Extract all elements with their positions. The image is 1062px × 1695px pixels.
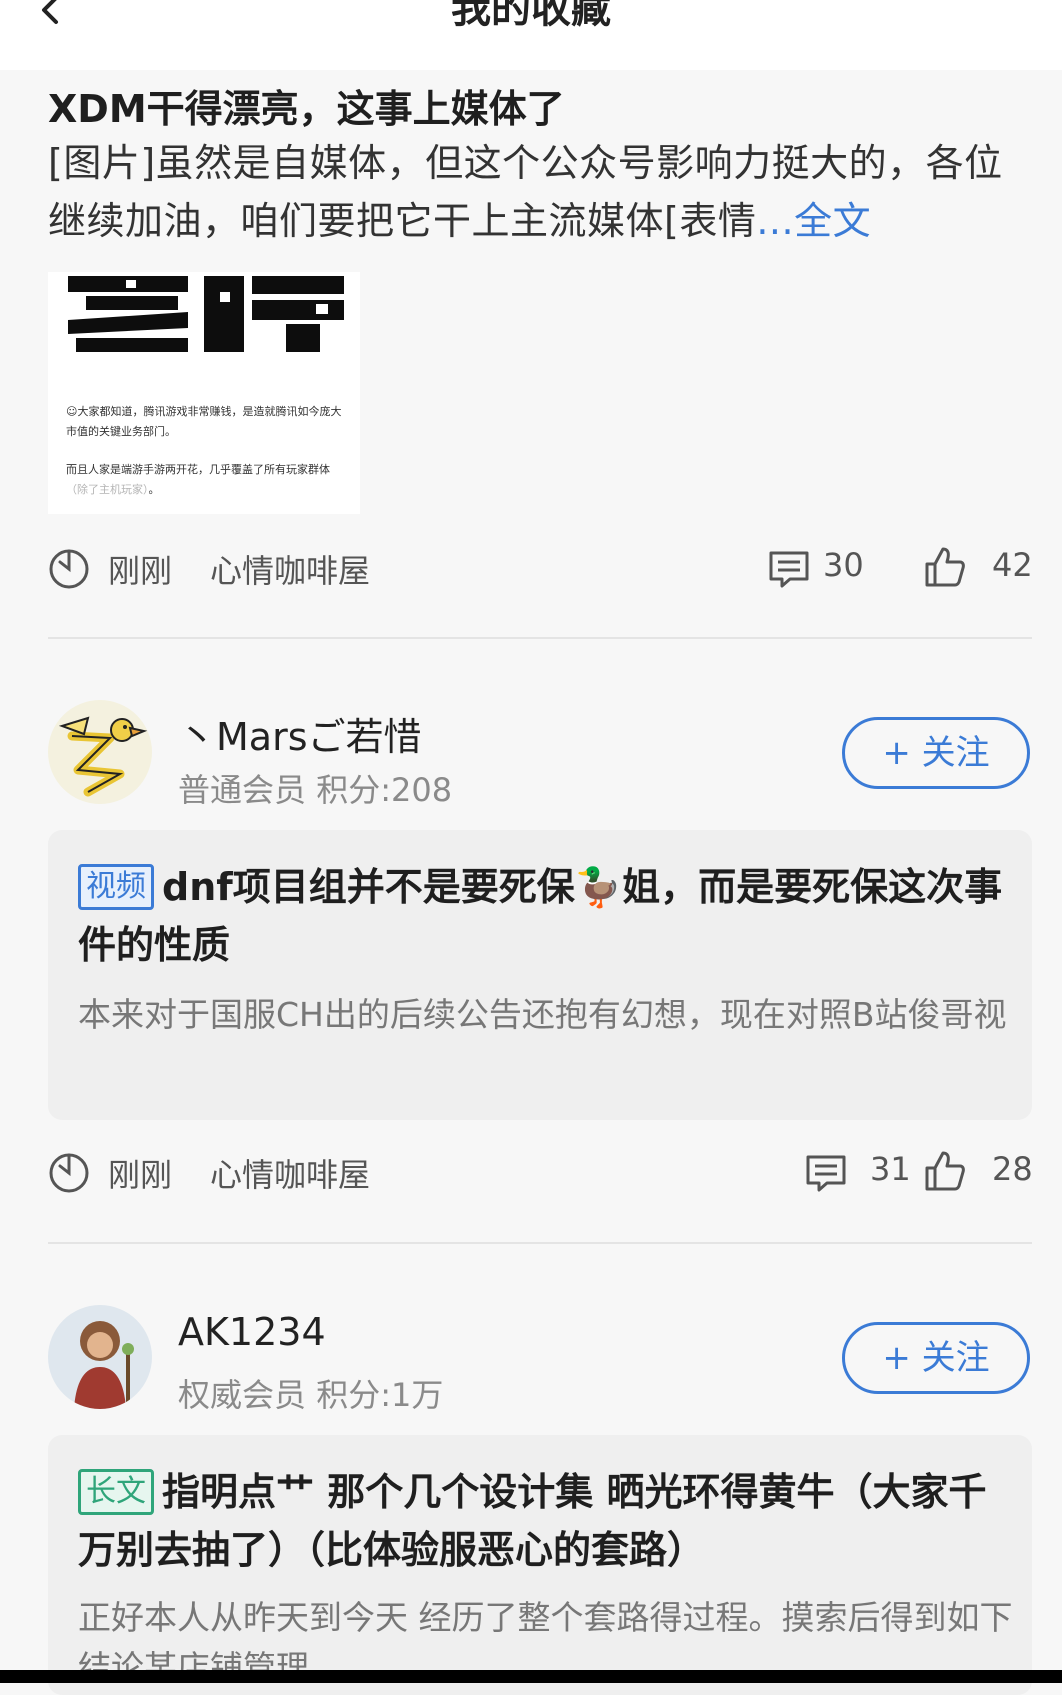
comment-icon[interactable] (768, 548, 810, 590)
comment-count: 30 (823, 546, 864, 584)
image-caption-line2: 而且人家是端游手游两开花，几乎覆盖了所有玩家群体 (66, 463, 330, 476)
member-level: 权威会员 (178, 1376, 307, 1414)
chaping-logo-image (66, 272, 346, 356)
ellipsis: ... (756, 199, 795, 243)
divider (48, 637, 1032, 639)
forum-name[interactable]: 心情咖啡屋 (210, 546, 370, 592)
username[interactable]: AK1234 (178, 1310, 326, 1354)
emoji-face-icon: ☺ (66, 405, 78, 418)
post-excerpt[interactable]: [图片]虽然是自媒体，但这个公众号影响力挺大的，各位继续加油，咱们要把它干上主流… (48, 134, 1038, 250)
post-card[interactable]: 长文 指明点艹 那个几个设计集 晒光环得黄牛（大家千万别去抽了）（比体验服恶心的套… (48, 1435, 1032, 1695)
avatar[interactable] (48, 700, 152, 804)
video-tag: 视频 (78, 864, 154, 910)
avatar[interactable] (48, 1305, 152, 1409)
member-level: 普通会员 (178, 771, 307, 809)
divider (48, 1242, 1032, 1244)
bottom-edge (0, 1670, 1062, 1683)
post-title: 长文 指明点艹 那个几个设计集 晒光环得黄牛（大家千万别去抽了）（比体验服恶心的套… (78, 1463, 1018, 1579)
user-level: 普通会员 积分:208 (178, 765, 452, 811)
like-count: 28 (992, 1150, 1033, 1188)
post-meta: 刚刚 心情咖啡屋 30 42 (48, 546, 1033, 592)
thumbs-up-icon[interactable] (924, 546, 966, 588)
post-title-text: 指明点艹 那个几个设计集 晒光环得黄牛（大家千万别去抽了）（比体验服恶心的套路） (78, 1470, 987, 1572)
comment-count: 31 (870, 1150, 911, 1188)
post-meta: 刚刚 心情咖啡屋 31 28 (48, 1150, 1033, 1196)
username[interactable]: 丶Marsご若惜 (178, 706, 422, 761)
post-title[interactable]: XDM干得漂亮，这事上媒体了 (48, 78, 565, 133)
comment-icon[interactable] (805, 1152, 847, 1194)
forum-name[interactable]: 心情咖啡屋 (210, 1150, 370, 1196)
avatar-character-image (48, 1305, 152, 1409)
post-time: 刚刚 (108, 1156, 173, 1194)
long-article-tag: 长文 (78, 1469, 154, 1515)
clock-icon (49, 549, 89, 589)
user-points: 积分:1万 (316, 1376, 444, 1414)
post-card[interactable]: 视频 dnf项目组并不是要死保🦆姐，而是要死保这次事件的性质 本来对于国服CH出的… (48, 830, 1032, 1120)
follow-button[interactable]: + 关注 (842, 717, 1030, 789)
image-caption-gray: （除了主机玩家） (66, 483, 149, 496)
avatar-bird-image (48, 700, 152, 804)
page-title: 我的收藏 (451, 0, 611, 32)
image-caption-end: 。 (148, 483, 160, 496)
user-level: 权威会员 积分:1万 (178, 1370, 443, 1416)
post-title: 视频 dnf项目组并不是要死保🦆姐，而是要死保这次事件的性质 (78, 858, 1018, 974)
post-summary: 本来对于国服CH出的后续公告还抱有幻想，现在对照B站俊哥视 (78, 995, 1007, 1034)
post-time: 刚刚 (108, 552, 173, 590)
post-image[interactable]: ☺大家都知道，腾讯游戏非常赚钱，是造就腾讯如今庞大市值的关键业务部门。 而且人家… (48, 272, 360, 514)
like-count: 42 (992, 546, 1033, 584)
image-caption-line1: 大家都知道，腾讯游戏非常赚钱，是造就腾讯如今庞大市值的关键业务部门。 (66, 405, 342, 438)
user-points: 积分:208 (316, 771, 453, 809)
image-caption: ☺大家都知道，腾讯游戏非常赚钱，是造就腾讯如今庞大市值的关键业务部门。 而且人家… (66, 402, 346, 500)
thumbs-up-icon[interactable] (924, 1150, 966, 1192)
clock-icon (49, 1153, 89, 1193)
top-bar: 我的收藏 (0, 0, 1062, 70)
post-title-text: dnf项目组并不是要死保🦆姐，而是要死保这次事件的性质 (78, 865, 1003, 967)
full-text-link[interactable]: 全文 (794, 199, 871, 243)
follow-button[interactable]: + 关注 (842, 1322, 1030, 1394)
